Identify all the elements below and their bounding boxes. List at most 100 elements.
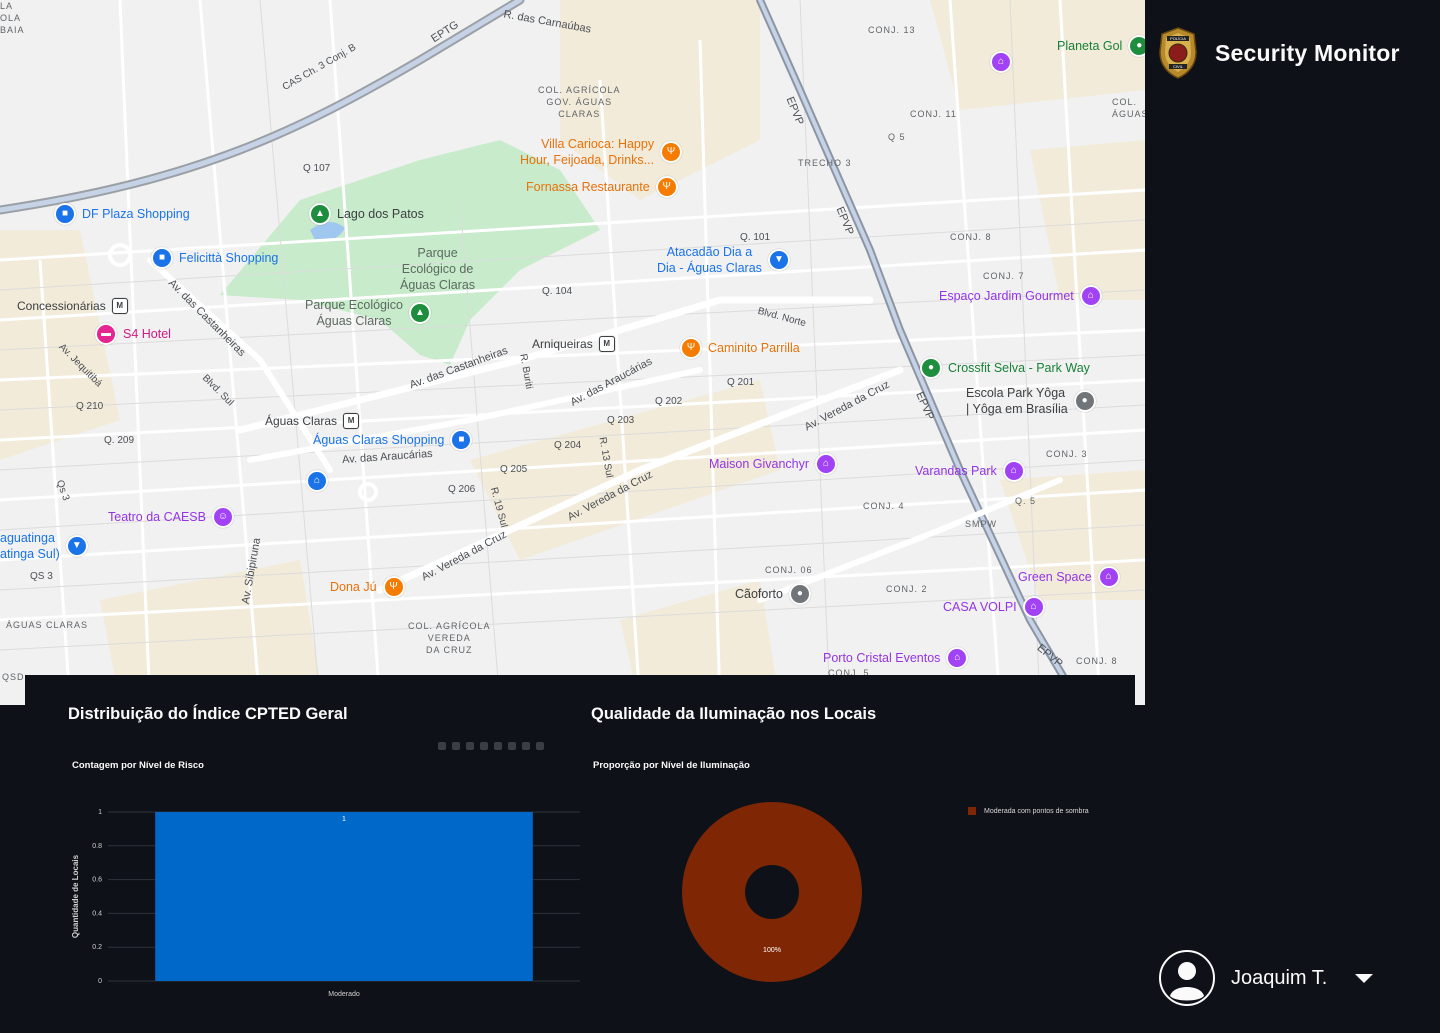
map-road-label: Q 201 <box>727 377 755 388</box>
pie-slice[interactable] <box>682 802 862 982</box>
autoscale-icon[interactable] <box>508 742 516 750</box>
restaurant-icon: Ψ <box>660 141 683 163</box>
y-tick-label: 0.6 <box>92 877 102 884</box>
poi-df-plaza-shopping[interactable]: ■ DF Plaza Shopping <box>54 203 190 225</box>
camera-icon[interactable] <box>438 742 446 750</box>
event-venue-icon: ⌂ <box>1002 460 1025 482</box>
poi-maison-givanchyr[interactable]: ⌂ Maison Givanchyr <box>709 453 838 475</box>
map-road-label: Q 205 <box>500 464 528 475</box>
zoom-out-icon[interactable] <box>494 742 502 750</box>
metro-icon: M <box>111 298 128 314</box>
metro-icon: M <box>598 336 615 352</box>
bar[interactable] <box>155 812 533 981</box>
poi-taguatinga-shopping[interactable]: ▼ aguatinga atinga Sul) <box>0 530 88 562</box>
poi-atacadao[interactable]: ▼ Atacadão Dia a Dia - Águas Claras <box>657 244 790 276</box>
pie-chart[interactable]: 100% <box>672 792 872 992</box>
y-tick-label: 0.8 <box>92 843 102 850</box>
map-road-label: Q. 5 <box>1015 496 1037 506</box>
poi-parque-ecologico[interactable]: ▲ Parque Ecológico Águas Claras <box>305 297 431 329</box>
poi-arniqueiras-metro[interactable]: M Arniqueiras <box>532 336 615 352</box>
map-area-label: CONJ. 8 <box>950 232 992 242</box>
map-road-label: Q 107 <box>303 163 331 174</box>
map-area-label: COL. ÁGUAS <box>1112 97 1145 119</box>
poi-planeta-gol[interactable]: ● Planeta Gol <box>1057 35 1145 57</box>
poi-fornassa-restaurante[interactable]: Ψ Fornassa Restaurante <box>526 176 678 198</box>
restaurant-icon: Ψ <box>382 576 405 598</box>
brand: POLÍCIA CIVIL Security Monitor <box>1157 26 1400 80</box>
map-road-label: SMPW <box>965 519 997 529</box>
event-venue-icon: ⌂ <box>946 647 969 669</box>
pan-icon[interactable] <box>466 742 474 750</box>
poi-escola-park-yoga[interactable]: ● Escola Park Yôga | Yôga em Brasília <box>966 385 1096 417</box>
sidebar: POLÍCIA CIVIL Security Monitor Joaquim T… <box>1145 8 1426 1025</box>
poi-villa-carioca[interactable]: Ψ Villa Carioca: Happy Hour, Feijoada, Dr… <box>520 136 683 168</box>
map-area-label: CONJ. 8 <box>1076 656 1118 666</box>
poi-porto-cristal-eventos[interactable]: ⌂ Porto Cristal Eventos <box>823 647 969 669</box>
map-view[interactable]: R. das Carnaúbas EPTG CAS Ch. 3 Conj. B … <box>0 0 1145 705</box>
map-area-label: QSD <box>2 672 25 682</box>
map-area-label: CONJ. 7 <box>983 271 1025 281</box>
bar-data-label: 1 <box>342 816 346 823</box>
map-road-label: Q 206 <box>448 484 476 495</box>
map-area-label: CONJ. 13 <box>868 25 916 35</box>
chart-modebar[interactable] <box>438 742 544 750</box>
poi-aguas-claras-shopping[interactable]: ■ Águas Claras Shopping <box>313 429 473 451</box>
theater-icon: ☺ <box>211 506 234 528</box>
map-area-label: CONJ. 06 <box>765 565 813 575</box>
map-road-label: Q. 104 <box>542 286 573 297</box>
map-area-label: ÁGUAS CLARAS <box>6 620 89 630</box>
poi-varandas-park[interactable]: ⌂ Varandas Park <box>915 460 1025 482</box>
event-venue-icon: ⌂ <box>1079 285 1102 307</box>
lighting-chart-title: Qualidade da Iluminação nos Locais <box>591 705 877 723</box>
bar-chart[interactable]: 0 0.2 0.4 0.6 0.8 1 1 Moderado Quantidade de Loc… <box>60 780 590 1010</box>
poi-green-space[interactable]: ⌂ Green Space <box>1018 566 1120 588</box>
hotel-icon: ▬ <box>95 323 117 345</box>
event-venue-icon: ⌂ <box>1097 566 1120 588</box>
poi-concessionarias-metro[interactable]: M Concessionárias <box>17 298 128 314</box>
map-road-label: Q. 101 <box>740 232 771 243</box>
map-road-label: Q 210 <box>76 401 104 412</box>
charts-panel-header <box>25 675 1135 705</box>
poi-crossfit-selva[interactable]: ● Crossfit Selva - Park Way <box>920 357 1090 379</box>
place-icon: ● <box>788 583 811 605</box>
poi-dona-ju[interactable]: Ψ Dona Jú <box>330 576 405 598</box>
legend-label: Moderada com pontos de sombra <box>984 807 1089 815</box>
poi-casa-volpi[interactable]: ⌂ CASA VOLPI <box>943 596 1045 618</box>
poi-espaco-jardim-gourmet[interactable]: ⌂ Espaço Jardim Gourmet <box>939 285 1102 307</box>
event-venue-icon: ⌂ <box>1022 596 1045 618</box>
map-road-label: QS 3 <box>30 571 53 582</box>
policia-civil-badge-icon: POLÍCIA CIVIL <box>1159 27 1197 79</box>
caret-down-icon[interactable] <box>1355 973 1373 983</box>
poi-lago-dos-patos[interactable]: ▲ Lago dos Patos <box>309 203 424 225</box>
badge-text-top: POLÍCIA <box>1170 36 1186 41</box>
zoom-in-icon[interactable] <box>480 742 488 750</box>
event-venue-icon[interactable]: ⌂ <box>990 51 1012 73</box>
sports-icon: ● <box>1128 35 1145 57</box>
map-area-label: LA OLA BAIA <box>0 1 25 35</box>
poi-caoforto[interactable]: ● Cãoforto <box>735 583 811 605</box>
pie-data-label: 100% <box>763 947 781 954</box>
reset-axes-icon[interactable] <box>522 742 530 750</box>
poi-teatro-da-caesb[interactable]: ☺ Teatro da CAESB <box>108 506 234 528</box>
shopping-cart-icon: ▼ <box>65 535 88 557</box>
restaurant-icon: Ψ <box>680 337 702 359</box>
restaurant-icon: Ψ <box>655 176 678 198</box>
event-venue-icon: ⌂ <box>815 453 838 475</box>
user-menu[interactable]: Joaquim T. <box>1159 948 1399 1008</box>
y-tick-label: 0.2 <box>92 944 102 951</box>
bar-chart-subtitle: Contagem por Nível de Risco <box>72 760 204 771</box>
poi-caminito-parrilla[interactable]: Ψ Caminito Parrilla <box>680 337 800 359</box>
poi-s4-hotel[interactable]: ▬ S4 Hotel <box>95 323 171 345</box>
poi-felicitta-shopping[interactable]: ■ Felicittà Shopping <box>151 247 278 269</box>
map-area-label: CONJ. 2 <box>886 584 928 594</box>
map-road-label: Q 5 <box>888 132 906 142</box>
map-road-label: Q 203 <box>607 415 635 426</box>
pie-legend[interactable]: Moderada com pontos de sombra <box>968 807 1089 815</box>
poi-aguas-claras-metro[interactable]: M Águas Claras <box>265 413 360 429</box>
map-area-label: COL. AGRÍCOLA VEREDA DA CRUZ <box>408 621 491 655</box>
fullscreen-icon[interactable] <box>536 742 544 750</box>
zoom-icon[interactable] <box>452 742 460 750</box>
home-icon[interactable]: ⌂ <box>306 470 328 492</box>
tree-icon: ▲ <box>408 302 431 324</box>
shopping-bag-icon: ■ <box>54 203 76 225</box>
